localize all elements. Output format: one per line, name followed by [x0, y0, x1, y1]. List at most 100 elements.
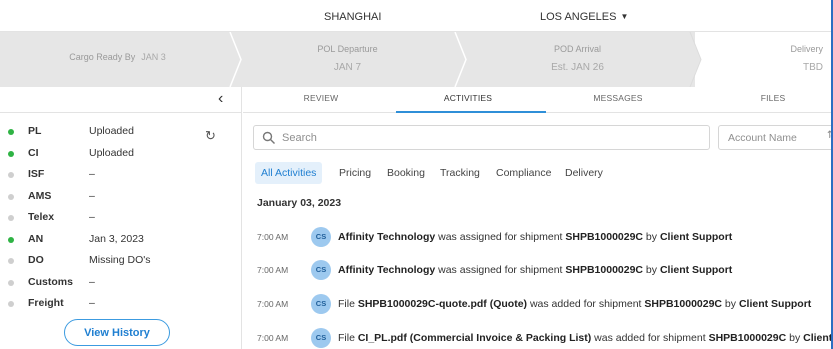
caret-down-icon: ▼: [620, 12, 629, 21]
status-dot-icon: [8, 301, 14, 307]
date-header: January 03, 2023: [257, 197, 342, 209]
document-name: ISF: [28, 168, 45, 180]
destination-dropdown[interactable]: LOS ANGELES ▼: [540, 11, 628, 23]
origin-port: SHANGHAI: [324, 11, 382, 23]
document-status: Missing DO's: [89, 254, 151, 266]
milestone-cargo-ready: Cargo Ready By JAN 3: [0, 32, 235, 87]
document-name: Telex: [28, 211, 55, 223]
activity-message: Affinity Technology was assigned for shi…: [338, 231, 733, 243]
sort-updown-icon: ⇅: [827, 130, 831, 141]
chevron-left-icon[interactable]: ‹: [218, 90, 223, 108]
shipment-detail-window: SHANGHAI LOS ANGELES ▼ Cargo Ready By JAN …: [0, 0, 831, 349]
activity-message: File SHPB1000029C-quote.pdf (Quote) was …: [338, 298, 812, 310]
status-dot-icon: [8, 236, 14, 243]
activity-actor: Client Support: [659, 264, 733, 276]
panel-tabs: REVIEW ACTIVITIES MESSAGES FILES: [243, 87, 831, 113]
tab-activities[interactable]: ACTIVITIES: [393, 93, 543, 103]
document-list: PL Uploaded CI Uploaded ISF – AMS – Telex – AN Jan …: [8, 125, 228, 319]
status-dot-icon: [8, 150, 14, 157]
milestone-pol-value: JAN 7: [333, 62, 362, 73]
activity-time: 7:00 AM: [257, 333, 289, 343]
document-status: –: [89, 275, 95, 288]
chevron-arrow-icon: [689, 32, 702, 87]
avatar: CS: [311, 260, 331, 280]
document-status: Uploaded: [89, 146, 134, 159]
status-dot-icon: [8, 129, 14, 135]
search-box: [253, 125, 710, 150]
document-row: Freight –: [8, 297, 228, 319]
status-dot-icon: [8, 193, 14, 200]
document-status: Jan 3, 2023: [89, 232, 144, 245]
document-status: –: [89, 189, 95, 202]
activity-subject: Affinity Technology: [338, 264, 436, 276]
tab-review[interactable]: REVIEW: [246, 93, 396, 103]
document-row: AN Jan 3, 2023: [8, 233, 228, 255]
panel-collapse-bar: ‹: [0, 87, 242, 113]
milestone-bar: Cargo Ready By JAN 3 POL Departure JAN 7 …: [0, 32, 831, 87]
document-row: ISF –: [8, 168, 228, 190]
milestone-pod-value: Est. JAN 26: [551, 62, 604, 73]
document-row: AMS –: [8, 190, 228, 212]
document-name: CI: [28, 146, 39, 159]
milestone-pol-label: POL Departure: [317, 44, 378, 54]
document-status: Uploaded: [89, 125, 134, 137]
status-dot-icon: [8, 258, 14, 264]
filter-chip[interactable]: All Activities: [255, 162, 323, 184]
tab-files[interactable]: FILES: [698, 93, 831, 103]
avatar: CS: [311, 328, 331, 348]
shipment-id: SHPB1000029C: [644, 298, 723, 310]
avatar: CS: [311, 294, 331, 314]
filter-chip[interactable]: Compliance: [490, 162, 557, 184]
document-status: –: [89, 297, 95, 309]
document-row: Customs –: [8, 276, 228, 298]
status-dot-icon: [8, 172, 14, 178]
milestone-pod-label: POD Arrival: [553, 44, 601, 54]
filter-chip[interactable]: Booking: [381, 162, 431, 184]
search-input[interactable]: [282, 129, 702, 146]
filter-chip[interactable]: Tracking: [434, 162, 486, 184]
document-name: AMS: [28, 189, 52, 202]
milestone-pod-arrival: POD Arrival Est. JAN 26: [460, 32, 695, 87]
refresh-icon[interactable]: ↻: [205, 128, 216, 144]
document-name: Freight: [28, 297, 64, 309]
milestone-pol-departure: POL Departure JAN 7: [235, 32, 460, 87]
tab-messages[interactable]: MESSAGES: [543, 93, 693, 103]
document-row: Telex –: [8, 211, 228, 233]
activity-panel: REVIEW ACTIVITIES MESSAGES FILES Account…: [243, 87, 831, 349]
document-name: PL: [28, 125, 42, 137]
activity-subject: CI_PL.pdf (Commercial Invoice & Packing …: [357, 332, 592, 344]
activity-time: 7:00 AM: [257, 265, 289, 275]
shipment-id: SHPB1000029C: [565, 231, 644, 243]
account-name-placeholder: Account Name: [728, 132, 797, 144]
milestone-delivery-label: Delivery: [790, 44, 823, 54]
document-status-panel: ‹ PL Uploaded CI Uploaded ISF – AMS – Telex – AN Ja…: [0, 87, 242, 349]
milestone-delivery-value: TBD: [803, 62, 823, 73]
document-row: CI Uploaded: [8, 147, 228, 169]
activity-time: 7:00 AM: [257, 299, 289, 309]
document-status: –: [89, 211, 95, 223]
shipment-id: SHPB1000029C: [565, 264, 644, 276]
search-icon: [262, 131, 275, 144]
destination-label: LOS ANGELES: [540, 11, 617, 23]
document-name: DO: [28, 254, 44, 266]
filter-chip[interactable]: Pricing: [333, 162, 377, 184]
avatar: CS: [311, 227, 331, 247]
view-history-button[interactable]: View History: [64, 319, 170, 346]
activity-actor: Client Support: [803, 332, 831, 344]
milestone-delivery: Delivery TBD: [695, 32, 831, 87]
activity-time: 7:00 AM: [257, 232, 289, 242]
activity-subject: Affinity Technology: [338, 231, 436, 243]
milestone-cargo-ready-text: Cargo Ready By JAN 3: [69, 52, 166, 62]
account-name-select[interactable]: Account Name ⇅: [718, 125, 831, 150]
document-status: –: [89, 168, 95, 180]
activity-subject: SHPB1000029C-quote.pdf (Quote): [357, 298, 528, 310]
document-name: Customs: [28, 275, 73, 288]
shipment-id: SHPB1000029C: [708, 332, 787, 344]
route-header: SHANGHAI LOS ANGELES ▼: [0, 0, 831, 32]
activity-actor: Client Support: [738, 298, 812, 310]
filter-chip[interactable]: Delivery: [559, 162, 609, 184]
document-row: DO Missing DO's: [8, 254, 228, 276]
activity-message: File CI_PL.pdf (Commercial Invoice & Pac…: [338, 332, 831, 344]
document-row: PL Uploaded: [8, 125, 228, 147]
document-name: AN: [28, 232, 44, 245]
